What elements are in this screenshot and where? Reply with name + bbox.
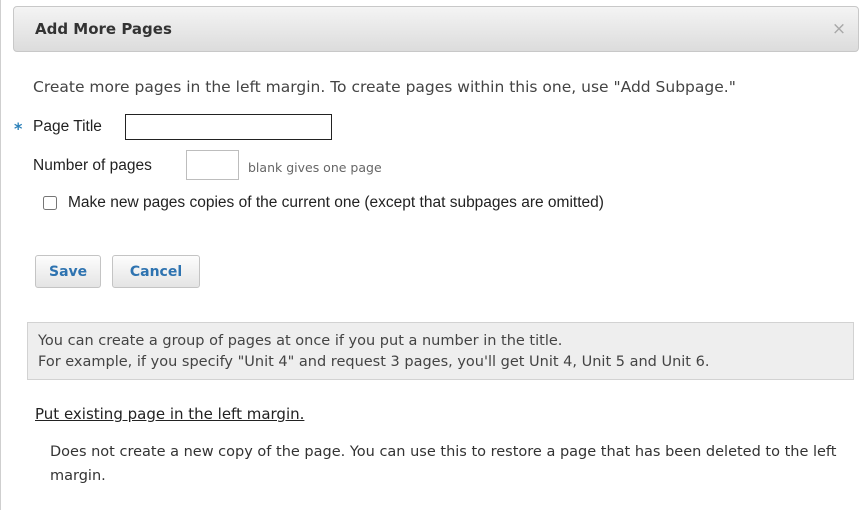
copy-pages-label[interactable]: Make new pages copies of the current one… [68,194,604,212]
dialog-title: Add More Pages [35,20,172,38]
page-title-label: Page Title [33,118,102,135]
copy-pages-checkbox[interactable] [43,196,57,210]
existing-page-description: Does not create a new copy of the page. … [50,444,837,484]
close-icon[interactable]: × [828,18,850,40]
add-more-pages-dialog: Add More Pages × Create more pages in th… [0,0,862,510]
save-button[interactable]: Save [35,255,101,288]
page-title-input[interactable] [125,114,332,140]
number-of-pages-label: Number of pages [33,157,152,174]
dialog-titlebar: Add More Pages × [13,6,859,52]
number-of-pages-hint: blank gives one page [248,160,382,175]
put-existing-page-link[interactable]: Put existing page in the left margin. [35,405,304,423]
note-line-2: For example, if you specify "Unit 4" and… [38,354,710,370]
required-marker: * [14,119,23,138]
intro-text: Create more pages in the left margin. To… [33,78,736,96]
group-pages-note: You can create a group of pages at once … [27,322,854,380]
note-line-1: You can create a group of pages at once … [38,333,563,349]
number-of-pages-input[interactable] [186,150,239,180]
cancel-button[interactable]: Cancel [112,255,200,288]
